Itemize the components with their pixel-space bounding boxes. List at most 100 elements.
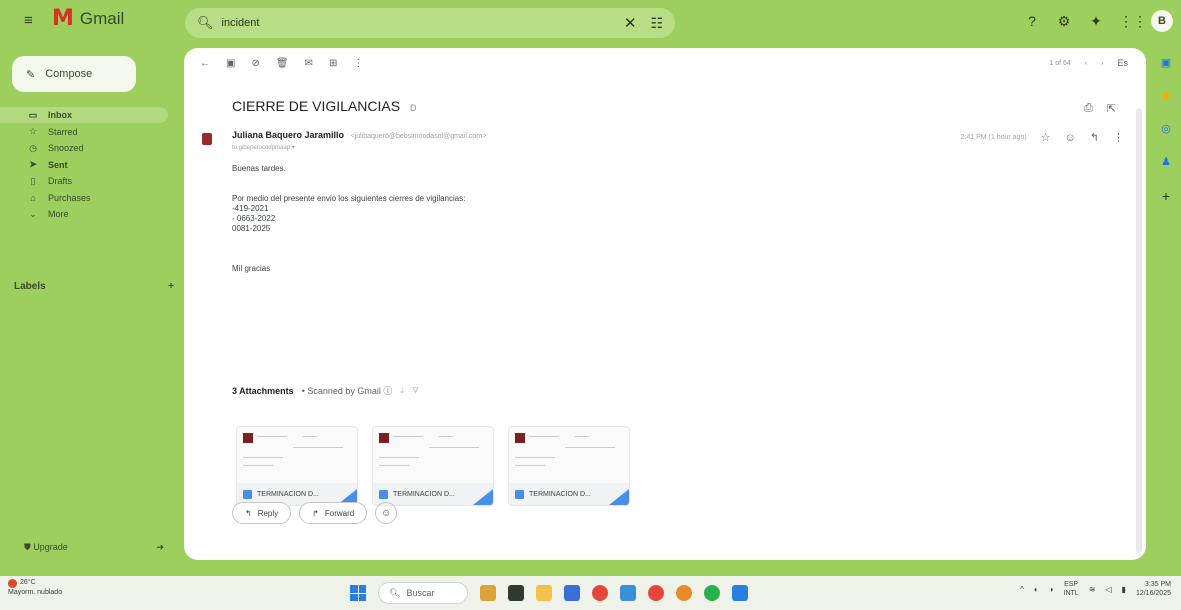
emoji-react-icon[interactable]: ☺ xyxy=(1065,132,1076,144)
tasks-icon[interactable]: ◎ xyxy=(1161,122,1171,135)
print-icon[interactable]: ⎙ xyxy=(1084,102,1093,115)
keep-icon[interactable]: ◆ xyxy=(1162,89,1170,102)
next-icon[interactable]: › xyxy=(1101,60,1103,67)
reply-icon[interactable]: ↰ xyxy=(1090,131,1099,144)
recipient-line[interactable]: to gibeperocodpmaap ▾ xyxy=(232,144,295,151)
email-subject-row: CIERRE DE VIGILANCIAS D xyxy=(232,98,416,114)
store-icon[interactable] xyxy=(564,585,580,601)
apps-grid-icon[interactable]: ⋮⋮ xyxy=(1119,13,1147,30)
labels-title: Labels xyxy=(14,281,46,292)
add-addon-icon[interactable]: + xyxy=(1162,188,1170,204)
delete-icon[interactable]: 🗑︎ xyxy=(276,58,289,69)
system-tray: ^ ◐ ◑ ESP INTL ≋ ◁ ▮ 3:35 PM 12/16/2025 xyxy=(1020,580,1171,598)
brave-icon[interactable] xyxy=(592,585,608,601)
preview-line xyxy=(379,457,419,458)
gemini-icon[interactable]: ✦ xyxy=(1087,13,1105,30)
reply-icon: ↰ xyxy=(245,508,252,518)
sidebar-item-snoozed[interactable]: ◷ Snoozed xyxy=(0,140,180,156)
subject-label[interactable]: D xyxy=(410,103,417,113)
preview-line xyxy=(515,465,545,466)
sidebar-item-inbox[interactable]: ▭ Inbox xyxy=(0,107,168,123)
attachment-card[interactable]: TERMINACION D... xyxy=(508,426,630,506)
sidebar-item-more[interactable]: ⌄ More xyxy=(0,206,180,222)
search-input[interactable] xyxy=(221,17,624,29)
compose-button[interactable]: ✎ Compose xyxy=(12,56,136,92)
body-line xyxy=(232,184,465,194)
open-new-window-icon[interactable]: ⇱ xyxy=(1107,102,1116,115)
doc-icon xyxy=(243,489,252,499)
preview-line xyxy=(565,447,615,448)
search-options-icon[interactable]: ☷ xyxy=(650,15,663,32)
add-label-button[interactable]: + xyxy=(168,281,174,292)
preview-line xyxy=(243,465,273,466)
attachment-card[interactable]: TERMINACION D... xyxy=(372,426,494,506)
tray-app-icon[interactable]: ◐ xyxy=(1034,585,1039,594)
body-line: 0081-2025 xyxy=(232,224,271,233)
pager-text: 1 of 64 xyxy=(1049,59,1071,67)
emoji-react-button[interactable]: ☺ xyxy=(375,502,398,524)
move-to-icon[interactable]: ⊞ xyxy=(329,58,337,69)
body-line: -419-2021 xyxy=(232,204,269,213)
attachment-name: TERMINACION D... xyxy=(529,490,591,498)
tray-app-icon[interactable]: ◑ xyxy=(1049,585,1054,594)
settings-icon[interactable]: ⚙ xyxy=(1055,13,1073,30)
sidebar-item-starred[interactable]: ☆ Starred xyxy=(0,124,180,140)
volume-icon[interactable]: ◁ xyxy=(1105,585,1111,594)
chevron-up-icon[interactable]: ^ xyxy=(1020,585,1024,594)
windows-start-icon[interactable] xyxy=(350,585,366,601)
search-bar: 🔍︎ ✕ ☷ xyxy=(185,8,675,38)
upgrade-button[interactable]: ⛊ Upgrade ➔ xyxy=(24,542,164,553)
wifi-icon[interactable]: ≋ xyxy=(1089,585,1096,594)
prev-icon[interactable]: ‹ xyxy=(1085,60,1087,67)
attachment-card[interactable]: TERMINACION D... xyxy=(236,426,358,506)
attachment-list: TERMINACION D... TERMINACION D... TERMIN… xyxy=(236,388,656,506)
weather-widget[interactable]: 26°C Mayorm. nublado xyxy=(8,578,62,598)
taskbar-search[interactable]: 🔍︎ Buscar xyxy=(378,582,468,604)
input-language[interactable]: Es xyxy=(1117,58,1128,68)
body-line xyxy=(232,244,465,254)
sender-avatar[interactable] xyxy=(202,133,212,145)
clear-search-icon[interactable]: ✕ xyxy=(624,14,637,32)
scrollbar[interactable] xyxy=(1136,108,1142,553)
file-explorer-icon[interactable] xyxy=(536,585,552,601)
main-menu-icon[interactable]: ≡ xyxy=(24,12,33,29)
sidebar-item-purchases[interactable]: ⌂ Purchases xyxy=(0,190,180,206)
labels-header: Labels + xyxy=(14,281,174,292)
battery-icon[interactable]: ▮ xyxy=(1122,585,1126,594)
task-view-icon[interactable] xyxy=(508,585,524,601)
sender-email: <julibaquero@bebsimoodasol@gmail.com> xyxy=(350,133,487,140)
clock[interactable]: 3:35 PM 12/16/2025 xyxy=(1136,580,1171,598)
sidebar-item-sent[interactable]: ➤ Sent xyxy=(0,157,180,173)
report-spam-icon[interactable]: ⊘ xyxy=(251,58,259,69)
help-icon[interactable]: ? xyxy=(1023,13,1041,29)
language-indicator[interactable]: ESP INTL xyxy=(1064,580,1079,598)
back-arrow-icon[interactable]: ← xyxy=(200,58,210,69)
account-avatar[interactable]: B xyxy=(1151,10,1173,32)
gmail-logo[interactable]: M Gmail xyxy=(52,8,124,30)
colorful-app-icon[interactable] xyxy=(676,585,692,601)
forward-label: Forward xyxy=(324,508,355,518)
email-body: Buenas tardes. Por medio del presente en… xyxy=(232,164,465,274)
preview-line xyxy=(529,436,559,437)
calendar-icon[interactable]: ▣ xyxy=(1161,56,1171,69)
outlook-icon[interactable] xyxy=(732,585,748,601)
more-icon[interactable]: ⋮ xyxy=(1113,131,1124,144)
brave-icon[interactable] xyxy=(648,585,664,601)
archive-icon[interactable]: ▣ xyxy=(226,58,235,69)
body-line: Buenas tardes. xyxy=(232,164,286,173)
app-icon[interactable] xyxy=(620,585,636,601)
star-icon[interactable]: ☆ xyxy=(1041,131,1051,144)
chevron-down-icon: ⌄ xyxy=(29,208,37,219)
reply-button[interactable]: ↰ Reply xyxy=(232,502,292,524)
mark-unread-icon[interactable]: ✉ xyxy=(305,58,313,69)
widgets-app-icon[interactable] xyxy=(480,585,496,601)
search-icon[interactable]: 🔍︎ xyxy=(197,15,214,31)
whatsapp-icon[interactable] xyxy=(704,585,720,601)
contacts-icon[interactable]: ♟ xyxy=(1161,155,1171,168)
weather-desc: Mayorm. nublado xyxy=(8,589,63,596)
sender-name[interactable]: Juliana Baquero Jaramillo xyxy=(232,130,344,140)
more-options-icon[interactable]: ⋮ xyxy=(353,58,363,69)
forward-button[interactable]: ↱ Forward xyxy=(299,502,368,524)
sidebar-item-drafts[interactable]: ▯ Drafts xyxy=(0,173,180,189)
body-line: Mil gracias xyxy=(232,264,271,273)
